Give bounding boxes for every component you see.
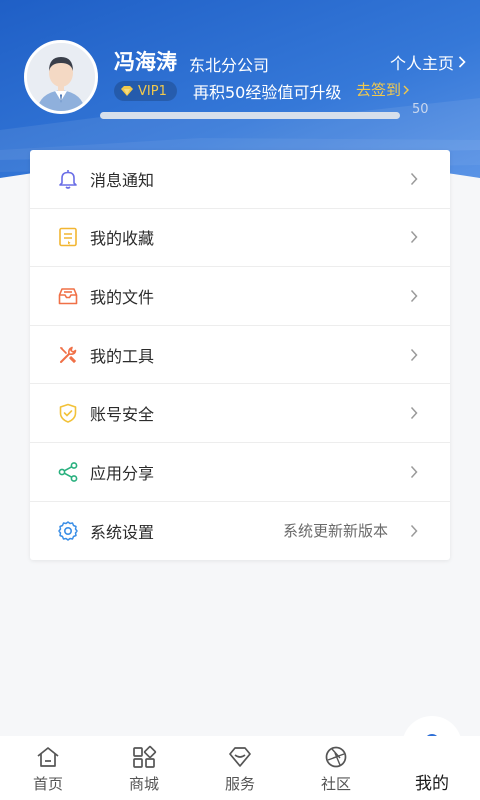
signin-link[interactable]: 去签到 (356, 79, 410, 100)
nav-tab-label: 首页 (32, 775, 63, 793)
gear-icon (56, 519, 80, 543)
favorites-icon (56, 225, 80, 249)
diamond-icon (229, 747, 251, 767)
shield-icon (56, 401, 80, 425)
user-company: 东北分公司 (189, 56, 270, 75)
upgrade-hint: 再积50经验值可升级 (193, 83, 342, 102)
home-icon (37, 747, 59, 767)
vip-badge: VIP1 (114, 81, 177, 101)
nav-tab-label: 服务 (224, 775, 255, 793)
homepage-link[interactable]: 个人主页 (390, 50, 466, 74)
update-available-text: 系统更新新版本 (282, 522, 388, 541)
share-icon (56, 460, 80, 484)
menu-item-settings[interactable]: 系统设置 系统更新新版本 (30, 502, 450, 561)
chevron-right-icon (410, 172, 418, 185)
grid-icon (133, 745, 157, 768)
aperture-icon (325, 746, 347, 768)
experience-progress-max: 50 (412, 102, 429, 117)
menu-item-favorites[interactable]: 我的收藏 (30, 209, 450, 268)
signin-label: 去签到 (356, 81, 402, 99)
menu-item-label: 账号安全 (90, 405, 155, 425)
menu-item-account-security[interactable]: 账号安全 (30, 384, 450, 443)
chevron-right-icon (410, 524, 418, 537)
avatar[interactable] (24, 40, 98, 114)
nav-tab-service[interactable]: 服务 (192, 736, 288, 800)
file-tray-icon (56, 284, 80, 308)
menu-item-label: 我的收藏 (90, 229, 155, 249)
nav-tab-label: 商城 (128, 775, 159, 793)
chevron-right-icon (410, 348, 418, 361)
vip-level: VIP1 (138, 83, 167, 99)
menu-item-label: 消息通知 (90, 170, 155, 190)
chevron-right-icon (458, 56, 466, 68)
bottom-nav: 首页 商城 服务 社区 我的 (0, 736, 480, 800)
bell-icon (56, 167, 80, 191)
experience-progress-bar (100, 112, 400, 119)
menu-item-label: 系统设置 (90, 522, 155, 542)
chevron-right-icon (410, 231, 418, 244)
nav-tab-mall[interactable]: 商城 (96, 736, 192, 800)
tools-icon (56, 343, 80, 367)
chevron-right-icon (410, 289, 418, 302)
nav-tab-label: 社区 (320, 775, 351, 793)
nav-tab-community[interactable]: 社区 (288, 736, 384, 800)
menu-item-label: 应用分享 (90, 463, 155, 483)
menu-item-tools[interactable]: 我的工具 (30, 326, 450, 385)
menu-item-label: 我的工具 (90, 346, 155, 366)
chevron-right-icon (410, 407, 418, 420)
menu-item-share[interactable]: 应用分享 (30, 443, 450, 502)
diamond-icon (121, 86, 133, 96)
homepage-label: 个人主页 (389, 54, 454, 73)
menu-item-files[interactable]: 我的文件 (30, 267, 450, 326)
menu-item-notifications[interactable]: 消息通知 (30, 150, 450, 209)
user-name: 冯海涛 (114, 50, 177, 74)
chevron-right-icon (403, 85, 410, 94)
nav-tab-mine[interactable]: 我的 (384, 736, 480, 800)
nav-tab-label: 我的 (415, 774, 449, 794)
avatar-person-icon (27, 43, 95, 111)
menu-card: 消息通知 我的收藏 我的文件 我的工具 账号安全 应用分享 系统设置 系统更新新… (30, 150, 450, 560)
chevron-right-icon (410, 465, 418, 478)
nav-tab-home[interactable]: 首页 (0, 736, 96, 800)
menu-item-label: 我的文件 (90, 287, 155, 307)
